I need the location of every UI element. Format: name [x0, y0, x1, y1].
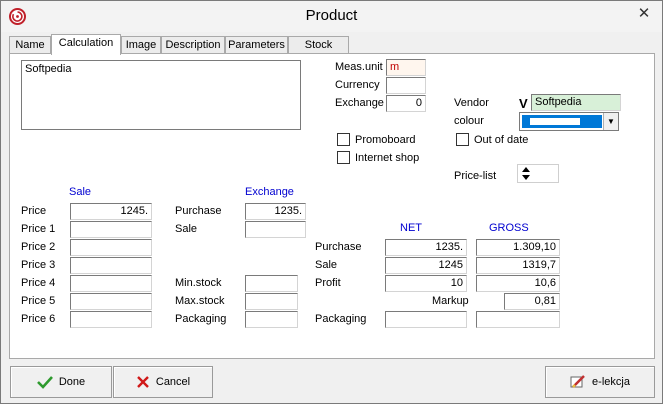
done-button[interactable]: Done	[10, 366, 112, 398]
profit-net-field[interactable]: 10	[385, 275, 467, 292]
price-6-label: Price 6	[21, 313, 56, 325]
calc-packaging-label: Packaging	[315, 313, 367, 325]
tab-name[interactable]: Name	[9, 36, 51, 54]
promoboard-checkbox[interactable]	[337, 133, 350, 146]
max-stock-label: Max.stock	[175, 295, 225, 307]
sale-header: Sale	[69, 186, 92, 198]
tab-stock[interactable]: Stock	[288, 36, 349, 54]
title-bar: Product ✕	[1, 1, 662, 32]
cancel-button[interactable]: Cancel	[113, 366, 213, 398]
price-4-field[interactable]	[70, 275, 152, 292]
internet-shop-label: Internet shop	[355, 152, 420, 164]
spinner-arrows-icon	[522, 167, 530, 180]
cross-icon	[137, 376, 149, 388]
purchase-net-field[interactable]: 1235.	[385, 239, 467, 256]
gross-header: GROSS	[489, 222, 529, 234]
cancel-button-label: Cancel	[155, 376, 191, 388]
colour-select[interactable]: ▼	[519, 112, 619, 131]
price-1-field[interactable]	[70, 221, 152, 238]
meas-unit-label: Meas.unit	[335, 61, 383, 73]
tab-image[interactable]: Image	[121, 36, 161, 54]
done-button-label: Done	[58, 376, 86, 388]
price-2-field[interactable]	[70, 239, 152, 256]
profit-gross-field[interactable]: 10,6	[476, 275, 560, 292]
sale-net-field[interactable]: 1245	[385, 257, 467, 274]
calc-purchase-label: Purchase	[315, 241, 362, 253]
min-stock-label: Min.stock	[175, 277, 222, 289]
price-4-label: Price 4	[21, 277, 56, 289]
product-memo[interactable]: Softpedia	[21, 60, 301, 130]
packaging-label: Packaging	[175, 313, 227, 325]
price-5-field[interactable]	[70, 293, 152, 310]
price-6-field[interactable]	[70, 311, 152, 328]
vendor-field[interactable]: Softpedia	[531, 94, 621, 111]
colour-swatch	[522, 115, 602, 128]
out-of-date-label: Out of date	[474, 134, 529, 146]
currency-field[interactable]	[386, 77, 426, 94]
price-2-label: Price 2	[21, 241, 56, 253]
price-5-label: Price 5	[21, 295, 56, 307]
pencil-note-icon	[570, 375, 585, 388]
vendor-mark: V	[519, 96, 528, 111]
price-3-label: Price 3	[21, 259, 56, 271]
purchase-label: Purchase	[175, 205, 222, 217]
price-field[interactable]: 1245.	[70, 203, 152, 220]
exchange-label: Exchange	[335, 97, 384, 109]
price-list-spinner[interactable]	[517, 164, 559, 183]
markup-field[interactable]: 0,81	[504, 293, 560, 310]
price-list-label: Price-list	[454, 170, 497, 182]
close-icon[interactable]: ✕	[635, 4, 653, 22]
tab-calculation[interactable]: Calculation	[51, 34, 121, 55]
max-stock-field[interactable]	[245, 293, 298, 310]
calculation-panel: Softpedia Meas.unit m Currency Exchange …	[9, 53, 655, 359]
product-window: Product ✕ Name Calculation Image Descrip…	[0, 0, 663, 404]
exchange-header: Exchange	[245, 186, 294, 198]
currency-label: Currency	[335, 79, 380, 91]
checkmark-icon	[36, 376, 53, 389]
out-of-date-checkbox[interactable]	[456, 133, 469, 146]
button-bar: Done Cancel e-lekcja	[1, 361, 662, 403]
sale-label: Sale	[175, 223, 198, 235]
sale-exchange-field[interactable]	[245, 221, 306, 238]
tab-description[interactable]: Description	[161, 36, 225, 54]
price-label: Price	[21, 205, 47, 217]
net-header: NET	[400, 222, 422, 234]
window-title: Product	[305, 7, 358, 24]
price-1-label: Price 1	[21, 223, 56, 235]
elekcja-button[interactable]: e-lekcja	[545, 366, 655, 398]
price-3-field[interactable]	[70, 257, 152, 274]
promoboard-label: Promoboard	[355, 134, 416, 146]
colour-label: colour	[454, 115, 484, 127]
packaging-gross-field[interactable]	[476, 311, 560, 328]
purchase-exchange-field[interactable]: 1235.	[245, 203, 306, 220]
tab-parameters[interactable]: Parameters	[225, 36, 288, 54]
markup-label: Markup	[432, 295, 469, 307]
chevron-down-icon[interactable]: ▼	[603, 113, 618, 130]
internet-shop-checkbox[interactable]	[337, 151, 350, 164]
min-stock-field[interactable]	[245, 275, 298, 292]
calc-sale-label: Sale	[315, 259, 338, 271]
purchase-gross-field[interactable]: 1.309,10	[476, 239, 560, 256]
meas-unit-field[interactable]: m	[386, 59, 426, 76]
profit-label: Profit	[315, 277, 341, 289]
sale-gross-field[interactable]: 1319,7	[476, 257, 560, 274]
elekcja-button-label: e-lekcja	[592, 376, 630, 388]
packaging-field[interactable]	[245, 311, 298, 328]
exchange-field[interactable]: 0	[386, 95, 426, 112]
vendor-label: Vendor	[454, 97, 489, 109]
packaging-net-field[interactable]	[385, 311, 467, 328]
